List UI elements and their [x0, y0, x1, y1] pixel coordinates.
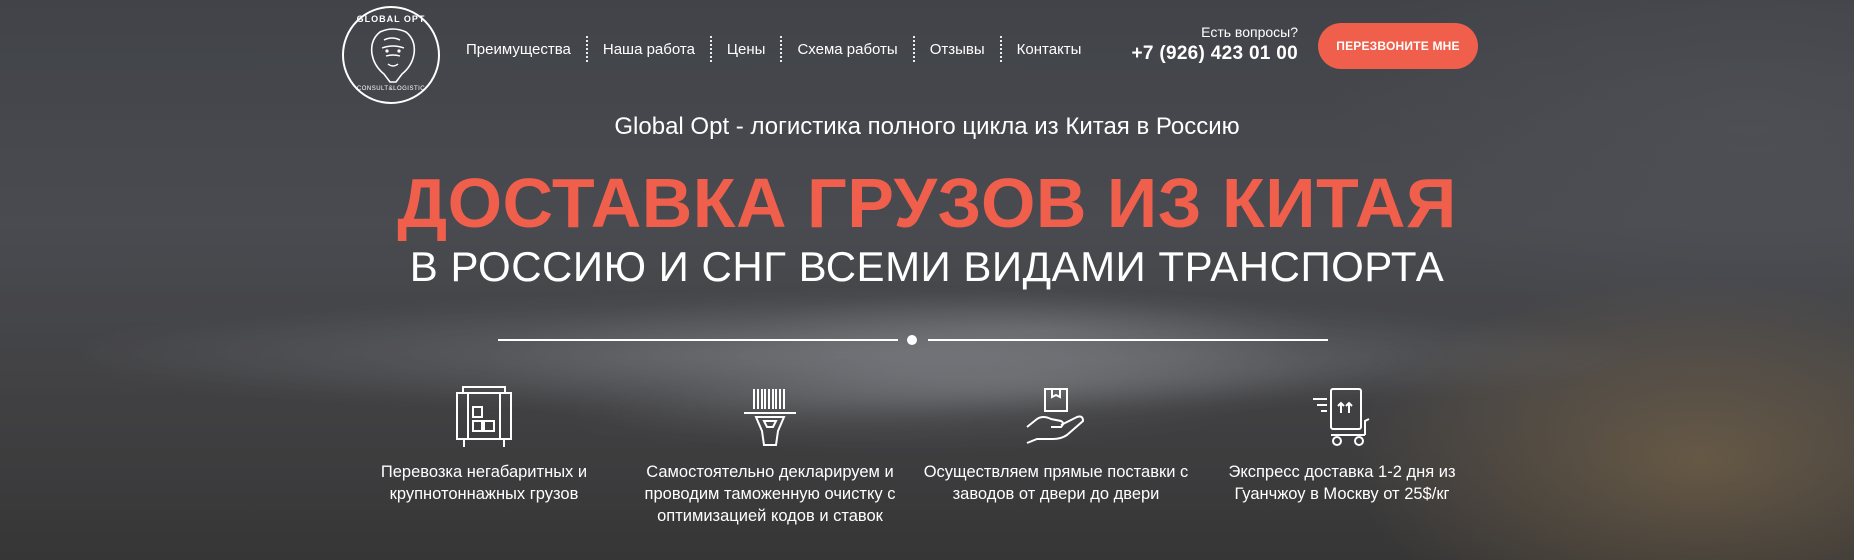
header-contact: Есть вопросы? +7 (926) 423 01 00: [1131, 24, 1298, 65]
feature-direct-supply: Осуществляем прямые поставки с заводов о…: [921, 385, 1191, 505]
divider-line-left: [498, 339, 898, 341]
barcode-scanner-icon: [744, 389, 796, 446]
nav-separator: [912, 36, 915, 62]
nav-item-work-scheme[interactable]: Схема работы: [797, 39, 897, 60]
feature-oversized-cargo: Перевозка негабаритных и крупнотоннажных…: [349, 385, 619, 505]
hand-box-icon: [1026, 388, 1085, 444]
express-cart-icon: [1313, 388, 1370, 446]
logo-top-text: GLOBAL OPT: [356, 14, 426, 24]
contact-phone[interactable]: +7 (926) 423 01 00: [1131, 43, 1298, 65]
divider-dot: [907, 335, 917, 345]
nav-item-advantages[interactable]: Преимущества: [466, 39, 571, 60]
hero-subtitle: Global Opt - логистика полного цикла из …: [614, 113, 1240, 140]
callback-button[interactable]: ПЕРЕЗВОНИТЕ МНЕ: [1318, 23, 1478, 69]
feature-customs-clearance: Самостоятельно декларируем и проводим та…: [635, 385, 905, 527]
nav-item-our-work[interactable]: Наша работа: [603, 39, 695, 60]
lion-head-icon: [370, 28, 416, 83]
hero-divider: [498, 333, 1328, 347]
container-icon: [456, 386, 512, 447]
nav-item-reviews[interactable]: Отзывы: [930, 39, 985, 60]
nav-item-contacts[interactable]: Контакты: [1017, 39, 1082, 60]
nav-item-prices[interactable]: Цены: [727, 39, 766, 60]
feature-text: Осуществляем прямые поставки с заводов о…: [923, 463, 1189, 503]
feature-text: Перевозка негабаритных и крупнотоннажных…: [380, 463, 588, 503]
hero-headline: ДОСТАВКА ГРУЗОВ ИЗ КИТАЯ: [397, 164, 1457, 242]
logo-bottom-text: CONSULT&LOGISTIC: [356, 86, 426, 92]
nav-separator: [585, 36, 588, 62]
nav-separator: [999, 36, 1002, 62]
main-nav: Преимущества Наша работа Цены Схема рабо…: [466, 36, 1081, 62]
hero-headline-secondary: В РОССИЮ И СНГ ВСЕМИ ВИДАМИ ТРАНСПОРТА: [409, 243, 1445, 290]
feature-text: Экспресс доставка 1-2 дня из Гуанчжоу в …: [1228, 463, 1456, 503]
contact-question: Есть вопросы?: [1201, 24, 1298, 40]
logo[interactable]: GLOBAL OPT CONSULT&LOGISTIC: [342, 6, 440, 104]
feature-express-delivery: Экспресс доставка 1-2 дня из Гуанчжоу в …: [1207, 385, 1477, 505]
site-header: GLOBAL OPT CONSULT&LOGISTIC Преимущества…: [0, 0, 1854, 104]
feature-text: Самостоятельно декларируем и проводим та…: [644, 463, 896, 525]
nav-separator: [780, 36, 783, 62]
nav-separator: [709, 36, 712, 62]
divider-line-right: [928, 339, 1328, 341]
